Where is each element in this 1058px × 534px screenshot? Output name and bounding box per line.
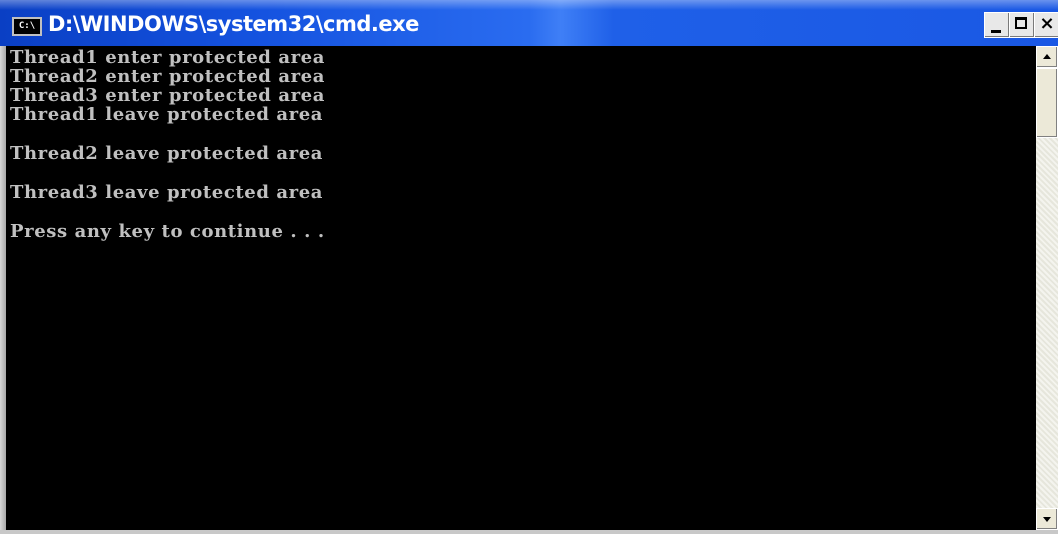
console-prompt-line: Press any key to continue . . . [10,221,325,242]
maximize-button[interactable] [1009,12,1035,38]
console-output[interactable]: Thread1 enter protected area Thread2 ent… [6,46,1036,530]
cmd-system-icon[interactable]: C:\ [12,17,42,36]
scroll-up-button[interactable] [1036,46,1058,68]
console-line: Thread1 enter protected area [10,47,325,68]
maximize-icon [1015,17,1027,29]
window-bottom-border [0,530,1058,534]
console-line: Thread1 leave protected area [10,104,324,125]
console-line: Thread2 leave protected area [10,143,324,164]
close-icon: × [1039,13,1055,34]
title-bar-gloss [0,0,1058,10]
console-line: Thread3 leave protected area [10,182,324,203]
window-title: D:\WINDOWS\system32\cmd.exe [48,12,419,36]
title-bar[interactable]: C:\ D:\WINDOWS\system32\cmd.exe × [0,0,1058,46]
console-line: Thread2 enter protected area [10,66,325,87]
minimize-button[interactable] [984,12,1010,38]
console-line: Thread3 enter protected area [10,85,325,106]
arrow-up-icon [1043,54,1051,59]
scrollbar-thumb[interactable] [1036,68,1058,138]
vertical-scrollbar[interactable] [1036,46,1058,530]
scroll-down-button[interactable] [1036,508,1058,530]
arrow-down-icon [1043,517,1051,522]
close-button[interactable]: × [1034,12,1058,38]
minimize-icon [991,30,1001,33]
cmd-window: C:\ D:\WINDOWS\system32\cmd.exe × Thread… [0,0,1058,534]
